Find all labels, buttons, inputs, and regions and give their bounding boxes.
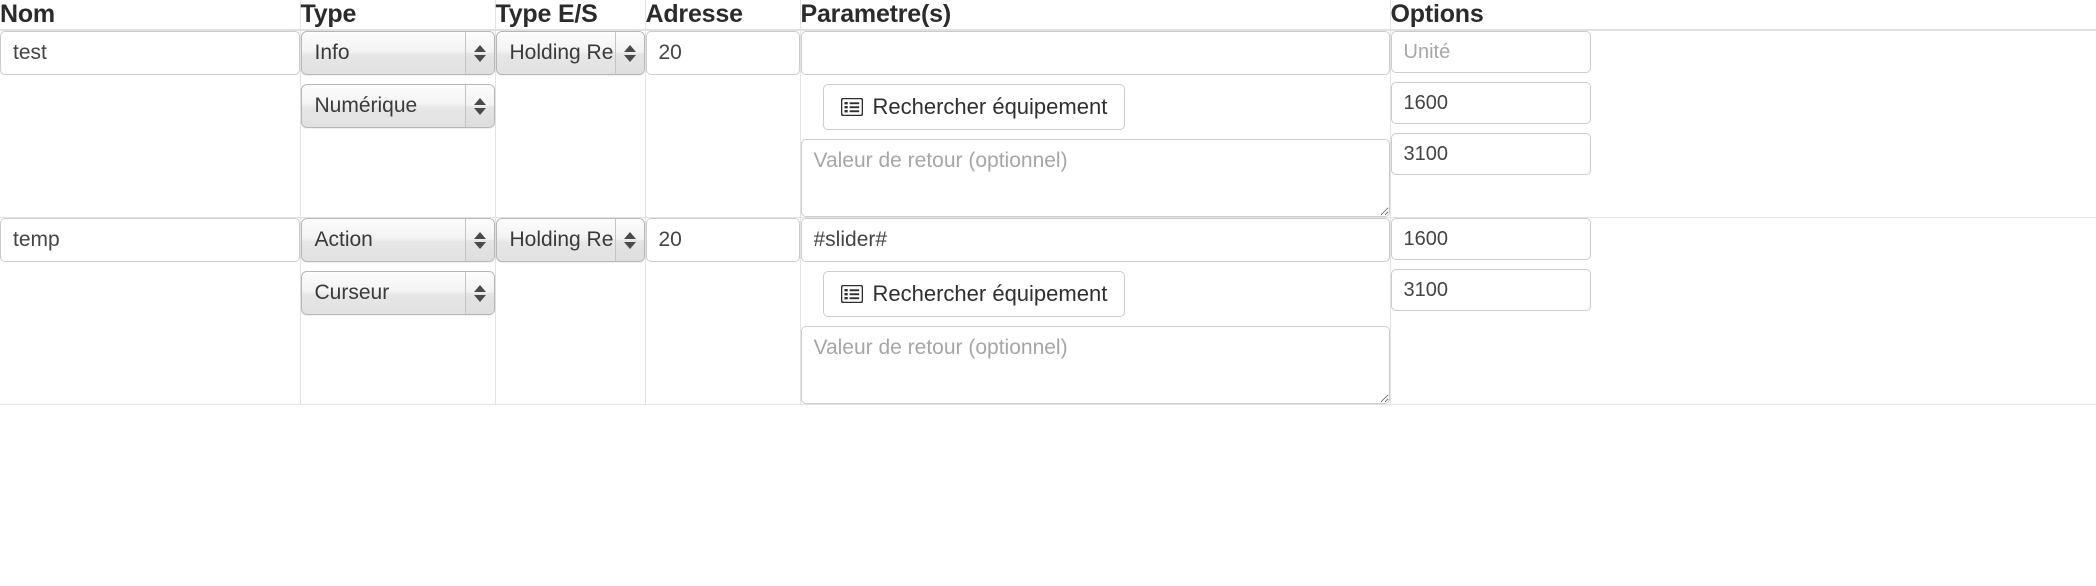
valeur-retour-textarea[interactable] xyxy=(800,326,1390,404)
chevron-up-down-icon xyxy=(464,272,494,314)
option-min-input[interactable] xyxy=(1390,82,1591,124)
chevron-up-down-icon xyxy=(464,85,494,127)
option-unite-input[interactable] xyxy=(1390,31,1591,73)
column-header-parametres: Parametre(s) xyxy=(800,0,1391,31)
type-select[interactable]: Info xyxy=(300,31,495,75)
chevron-up-down-icon xyxy=(614,219,644,261)
cell-adresse xyxy=(645,217,801,405)
rechercher-equipement-button[interactable]: Rechercher équipement xyxy=(822,271,1126,317)
parametre-input[interactable] xyxy=(800,218,1390,262)
type-es-select[interactable]: Holding Re xyxy=(495,31,645,75)
type-select[interactable]: Action xyxy=(300,218,495,262)
valeur-retour-textarea[interactable] xyxy=(800,139,1390,217)
cell-type-es: Holding Re xyxy=(495,217,646,405)
cell-options xyxy=(1390,217,2096,405)
cell-options xyxy=(1390,30,2096,218)
chevron-up-down-icon xyxy=(464,219,494,261)
parametre-input[interactable] xyxy=(800,31,1390,75)
rechercher-equipement-button[interactable]: Rechercher équipement xyxy=(822,84,1126,130)
table-header: Nom Type Type E/S Adresse Parametre(s) O… xyxy=(0,0,2096,31)
table-body: Info Numérique Holding Re xyxy=(0,30,2096,405)
subtype-select[interactable]: Numérique xyxy=(300,84,495,128)
column-header-nom: Nom xyxy=(0,0,301,31)
subtype-select[interactable]: Curseur xyxy=(300,271,495,315)
list-icon xyxy=(840,97,863,117)
cell-adresse xyxy=(645,30,801,218)
cell-type: Info Numérique xyxy=(300,30,496,218)
cell-nom xyxy=(0,217,301,405)
table-header-row: Nom Type Type E/S Adresse Parametre(s) O… xyxy=(0,0,2096,31)
rechercher-equipement-label: Rechercher équipement xyxy=(872,281,1108,306)
option-min-input[interactable] xyxy=(1390,218,1591,260)
adresse-input[interactable] xyxy=(645,218,800,262)
nom-input[interactable] xyxy=(0,31,300,75)
cell-parametres: Rechercher équipement xyxy=(800,217,1391,405)
type-es-select[interactable]: Holding Re xyxy=(495,218,645,262)
column-header-adresse: Adresse xyxy=(645,0,801,31)
cell-type-es: Holding Re xyxy=(495,30,646,218)
cell-type: Action Curseur xyxy=(300,217,496,405)
list-icon xyxy=(840,284,863,304)
column-header-type: Type xyxy=(300,0,496,31)
cell-parametres: Rechercher équipement xyxy=(800,30,1391,218)
column-header-type-es: Type E/S xyxy=(495,0,646,31)
nom-input[interactable] xyxy=(0,218,300,262)
option-max-input[interactable] xyxy=(1390,269,1591,311)
cell-nom xyxy=(0,30,301,218)
table-row: Action Curseur Holding Re xyxy=(0,217,2096,405)
chevron-up-down-icon xyxy=(614,32,644,74)
adresse-input[interactable] xyxy=(645,31,800,75)
table-row: Info Numérique Holding Re xyxy=(0,30,2096,218)
column-header-options: Options xyxy=(1390,0,2096,31)
chevron-up-down-icon xyxy=(464,32,494,74)
option-max-input[interactable] xyxy=(1390,133,1591,175)
equipment-commands-table: Nom Type Type E/S Adresse Parametre(s) O… xyxy=(0,0,2096,405)
rechercher-equipement-label: Rechercher équipement xyxy=(872,94,1108,119)
